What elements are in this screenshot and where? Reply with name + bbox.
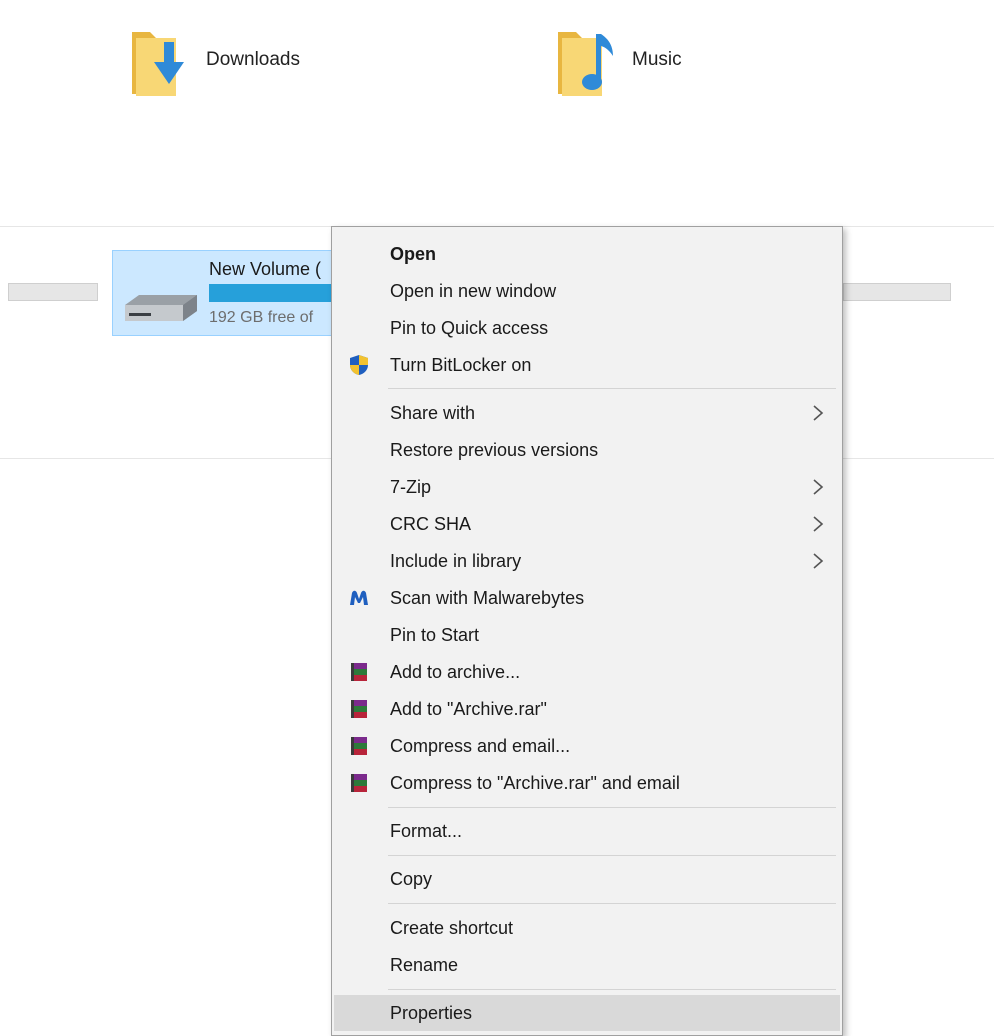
menu-item-label: Properties (390, 1002, 473, 1023)
menu-separator (388, 388, 836, 389)
folder-downloads-label: Downloads (206, 49, 300, 70)
menu-item-label: Copy (390, 868, 433, 889)
menu-item-label: Add to archive... (390, 661, 521, 682)
menu-item-label: Open (390, 243, 437, 264)
malwarebytes-icon (348, 587, 370, 609)
chevron-right-icon (812, 404, 824, 422)
folder-music[interactable]: Music (556, 24, 682, 96)
menu-item-label: Format... (390, 820, 463, 841)
winrar-icon (348, 661, 370, 683)
menu-item-label: Create shortcut (390, 917, 514, 938)
menu-item-add-to-archive[interactable]: Add to archive... (334, 654, 840, 690)
menu-item-label: CRC SHA (390, 513, 472, 534)
menu-item-label: Include in library (390, 550, 522, 571)
hard-drive-icon (121, 291, 201, 327)
menu-separator (388, 903, 836, 904)
music-folder-icon (556, 24, 620, 96)
menu-item-label: Pin to Start (390, 624, 480, 645)
winrar-icon (348, 698, 370, 720)
menu-item-label: Open in new window (390, 280, 557, 301)
menu-item-compress-and-email[interactable]: Compress and email... (334, 728, 840, 764)
menu-item-label: Turn BitLocker on (390, 354, 532, 375)
folder-downloads[interactable]: Downloads (130, 24, 300, 96)
drive-capacity-bar (843, 283, 951, 301)
drive-capacity-bar (8, 283, 98, 301)
chevron-right-icon (812, 552, 824, 570)
menu-item-pin-to-start[interactable]: Pin to Start (334, 617, 840, 653)
menu-item-label: Pin to Quick access (390, 317, 549, 338)
menu-item-restore-previous-versions[interactable]: Restore previous versions (334, 432, 840, 468)
folder-music-label: Music (632, 49, 682, 70)
menu-item-rename[interactable]: Rename (334, 947, 840, 983)
chevron-right-icon (812, 515, 824, 533)
menu-item-open[interactable]: Open (334, 236, 840, 272)
downloads-folder-icon (130, 24, 194, 96)
menu-separator (388, 855, 836, 856)
menu-item-format[interactable]: Format... (334, 813, 840, 849)
drive-tile-new-volume[interactable]: New Volume ( 192 GB free of (112, 250, 339, 336)
menu-item-label: Restore previous versions (390, 439, 599, 460)
menu-item-label: Add to "Archive.rar" (390, 698, 547, 719)
drive-usage-bar (209, 284, 339, 302)
menu-item-create-shortcut[interactable]: Create shortcut (334, 910, 840, 946)
menu-item-label: Compress to "Archive.rar" and email (390, 772, 680, 793)
menu-item-add-to-archive-rar[interactable]: Add to "Archive.rar" (334, 691, 840, 727)
chevron-right-icon (812, 478, 824, 496)
menu-item-turn-bitlocker-on[interactable]: Turn BitLocker on (334, 347, 840, 383)
menu-item-open-new-window[interactable]: Open in new window (334, 273, 840, 309)
menu-item-label: Compress and email... (390, 735, 571, 756)
menu-item-compress-to-archive-rar-email[interactable]: Compress to "Archive.rar" and email (334, 765, 840, 801)
menu-item-copy[interactable]: Copy (334, 861, 840, 897)
menu-item-label: Share with (390, 402, 476, 423)
menu-item-crc-sha[interactable]: CRC SHA (334, 506, 840, 542)
menu-item-share-with[interactable]: Share with (334, 395, 840, 431)
winrar-icon (348, 772, 370, 794)
menu-item-include-in-library[interactable]: Include in library (334, 543, 840, 579)
drive-free-space: 192 GB free of (209, 309, 314, 326)
menu-item-pin-quick-access[interactable]: Pin to Quick access (334, 310, 840, 346)
context-menu: Open Open in new window Pin to Quick acc… (331, 226, 843, 1036)
menu-separator (388, 989, 836, 990)
menu-separator (388, 807, 836, 808)
menu-item-scan-malwarebytes[interactable]: Scan with Malwarebytes (334, 580, 840, 616)
menu-item-7zip[interactable]: 7-Zip (334, 469, 840, 505)
drive-name: New Volume ( (209, 259, 322, 279)
bitlocker-shield-icon (348, 354, 370, 376)
winrar-icon (348, 735, 370, 757)
menu-item-label: Rename (390, 954, 459, 975)
menu-item-label: 7-Zip (390, 476, 432, 497)
menu-item-label: Scan with Malwarebytes (390, 587, 585, 608)
